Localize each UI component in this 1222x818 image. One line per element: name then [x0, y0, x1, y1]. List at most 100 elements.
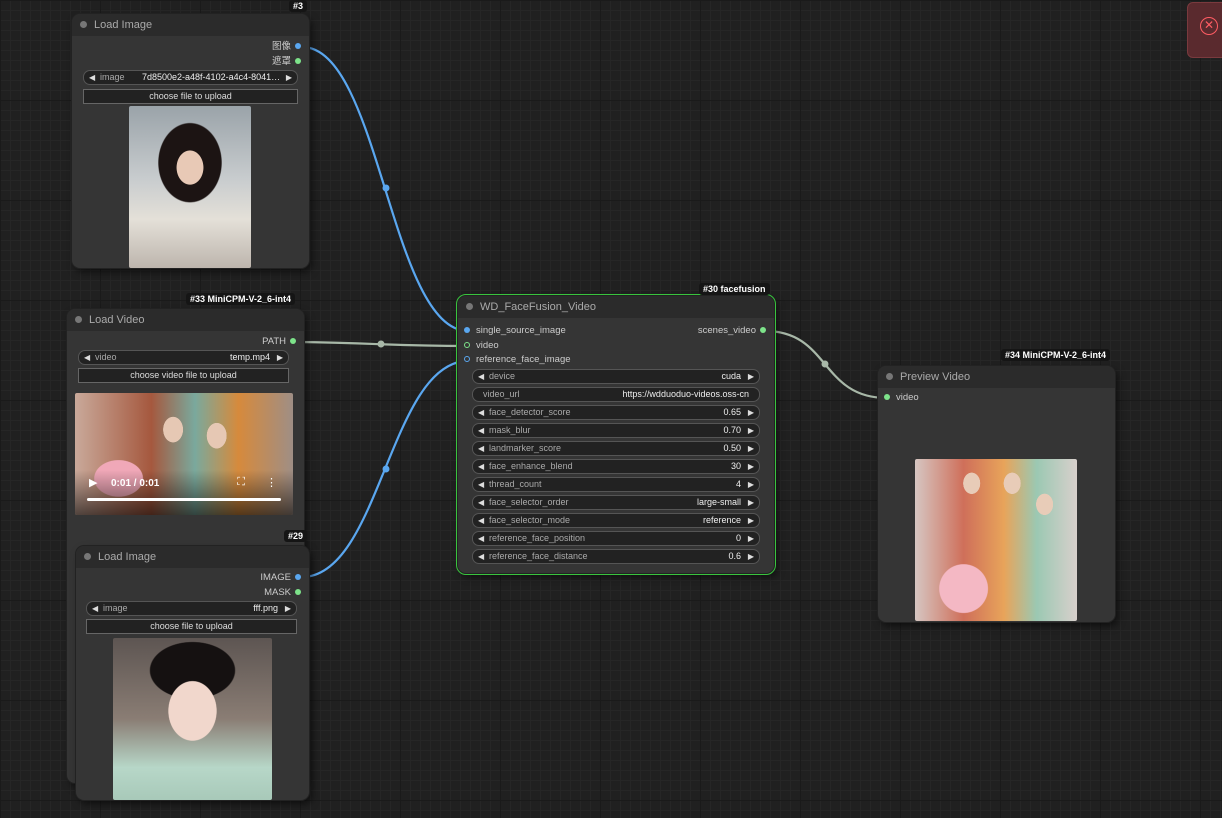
arrow-left-icon[interactable]: ◀	[478, 442, 484, 455]
widget-face-detector-score[interactable]: ◀ face_detector_score 0.65 ▶	[472, 405, 760, 420]
arrow-left-icon[interactable]: ◀	[478, 478, 484, 491]
upload-button[interactable]: choose file to upload	[86, 619, 297, 634]
node-id-tag: #29	[284, 530, 308, 542]
node-title[interactable]: Load Image	[76, 546, 309, 568]
load-image-node-bottom[interactable]: Load Image IMAGE MASK ◀ image fff.png ▶ …	[76, 546, 309, 800]
arrow-left-icon[interactable]: ◀	[478, 406, 484, 419]
link-midpoint[interactable]	[821, 360, 829, 368]
slot-dot-icon[interactable]	[464, 356, 470, 363]
arrow-left-icon[interactable]: ◀	[89, 71, 95, 84]
load-image-node-top[interactable]: Load Image 图像 遮罩 ◀ image 7d8500e2-a48f-4…	[72, 14, 309, 268]
link-midpoint[interactable]	[382, 465, 390, 473]
image-combo-widget[interactable]: ◀ image fff.png ▶	[86, 601, 297, 616]
arrow-right-icon[interactable]: ▶	[277, 351, 283, 364]
widget-device[interactable]: ◀ device cuda ▶	[472, 369, 760, 384]
arrow-right-icon[interactable]: ▶	[748, 406, 754, 419]
arrow-left-icon[interactable]: ◀	[478, 550, 484, 563]
arrow-right-icon[interactable]: ▶	[748, 424, 754, 437]
node-id-tag: #3	[289, 0, 308, 12]
node-id-tag: #34 MiniCPM-V-2_6-int4	[1001, 349, 1111, 361]
output-slot-path[interactable]: PATH	[262, 336, 296, 348]
node-id-tag: #33 MiniCPM-V-2_6-int4	[186, 293, 296, 305]
link-path-to-video[interactable]	[294, 340, 469, 348]
collapse-dot-icon[interactable]	[84, 553, 91, 560]
output-slot-scenes-video[interactable]: scenes_video	[698, 325, 766, 337]
node-title[interactable]: Load Video	[67, 309, 304, 331]
widget-face-selector-mode[interactable]: ◀ face_selector_mode reference ▶	[472, 513, 760, 528]
arrow-right-icon[interactable]: ▶	[748, 370, 754, 383]
play-icon[interactable]: ▶	[89, 476, 97, 489]
link-image-to-reference[interactable]	[301, 359, 469, 579]
image-preview	[129, 106, 251, 268]
widget-reference-face-distance[interactable]: ◀ reference_face_distance 0.6 ▶	[472, 549, 760, 564]
collapse-dot-icon[interactable]	[886, 373, 893, 380]
fullscreen-icon[interactable]: ⛶	[237, 476, 245, 489]
arrow-right-icon[interactable]: ▶	[748, 442, 754, 455]
widget-landmarker-score[interactable]: ◀ landmarker_score 0.50 ▶	[472, 441, 760, 456]
image-preview	[113, 638, 272, 800]
node-title[interactable]: Load Image	[72, 14, 309, 36]
upload-button[interactable]: choose file to upload	[83, 89, 298, 104]
slot-dot-icon[interactable]	[884, 394, 890, 401]
input-slot-reference-face-image[interactable]: reference_face_image	[464, 354, 571, 366]
slot-dot-icon[interactable]	[295, 43, 301, 50]
slot-dot-icon[interactable]	[290, 338, 296, 345]
node-title[interactable]: WD_FaceFusion_Video	[458, 296, 774, 318]
widget-thread-count[interactable]: ◀ thread_count 4 ▶	[472, 477, 760, 492]
arrow-left-icon[interactable]: ◀	[478, 460, 484, 473]
arrow-right-icon[interactable]: ▶	[286, 71, 292, 84]
node-title[interactable]: Preview Video	[878, 366, 1115, 388]
image-combo-widget[interactable]: ◀ image 7d8500e2-a48f-4102-a4c4-8041b...…	[83, 70, 298, 85]
input-slot-video[interactable]: video	[884, 392, 919, 404]
slot-dot-icon[interactable]	[760, 327, 766, 334]
input-slot-video[interactable]: video	[464, 340, 499, 352]
arrow-left-icon[interactable]: ◀	[84, 351, 90, 364]
video-player[interactable]: ▶ 0:01 / 0:01 ⛶ ⋮	[75, 393, 293, 515]
arrow-right-icon[interactable]: ▶	[748, 532, 754, 545]
arrow-left-icon[interactable]: ◀	[478, 496, 484, 509]
widget-reference-face-position[interactable]: ◀ reference_face_position 0 ▶	[472, 531, 760, 546]
close-button[interactable]: ✕	[1187, 2, 1222, 58]
facefusion-node[interactable]: WD_FaceFusion_Video single_source_image …	[456, 294, 776, 575]
widget-video-url[interactable]: video_url https://wdduoduo-videos.oss-cn	[472, 387, 760, 402]
arrow-right-icon[interactable]: ▶	[748, 478, 754, 491]
more-vert-icon[interactable]: ⋮	[266, 476, 277, 489]
arrow-right-icon[interactable]: ▶	[748, 550, 754, 563]
link-video-to-preview[interactable]	[764, 329, 888, 400]
widget-face-selector-order[interactable]: ◀ face_selector_order large-small ▶	[472, 495, 760, 510]
slot-dot-icon[interactable]	[464, 327, 470, 334]
arrow-left-icon[interactable]: ◀	[92, 602, 98, 615]
output-slot-image[interactable]: IMAGE	[260, 572, 301, 584]
output-slot-mask[interactable]: MASK	[264, 587, 301, 599]
upload-video-button[interactable]: choose video file to upload	[78, 368, 289, 383]
preview-video-node[interactable]: Preview Video video	[878, 366, 1115, 622]
arrow-right-icon[interactable]: ▶	[748, 514, 754, 527]
link-midpoint[interactable]	[377, 340, 385, 348]
arrow-left-icon[interactable]: ◀	[478, 370, 484, 383]
widget-mask-blur[interactable]: ◀ mask_blur 0.70 ▶	[472, 423, 760, 438]
video-time: 0:01 / 0:01	[111, 478, 160, 489]
slot-dot-icon[interactable]	[295, 589, 301, 596]
link-midpoint[interactable]	[382, 184, 390, 192]
slot-dot-icon[interactable]	[295, 574, 301, 581]
video-progress-bar[interactable]	[87, 498, 281, 501]
collapse-dot-icon[interactable]	[80, 21, 87, 28]
video-combo-widget[interactable]: ◀ video temp.mp4 ▶	[78, 350, 289, 365]
slot-dot-icon[interactable]	[464, 342, 470, 349]
arrow-right-icon[interactable]: ▶	[285, 602, 291, 615]
arrow-left-icon[interactable]: ◀	[478, 514, 484, 527]
input-slot-single-source-image[interactable]: single_source_image	[464, 325, 566, 337]
link-image-to-source[interactable]	[301, 45, 469, 333]
video-preview[interactable]	[915, 459, 1077, 621]
collapse-dot-icon[interactable]	[75, 316, 82, 323]
output-slot-image[interactable]: 图像	[272, 41, 301, 53]
slot-dot-icon[interactable]	[295, 58, 301, 65]
arrow-left-icon[interactable]: ◀	[478, 424, 484, 437]
collapse-dot-icon[interactable]	[466, 303, 473, 310]
close-circle-icon[interactable]: ✕	[1200, 17, 1218, 35]
widget-face-enhance-blend[interactable]: ◀ face_enhance_blend 30 ▶	[472, 459, 760, 474]
arrow-right-icon[interactable]: ▶	[748, 460, 754, 473]
arrow-left-icon[interactable]: ◀	[478, 532, 484, 545]
output-slot-mask[interactable]: 遮罩	[272, 56, 301, 68]
arrow-right-icon[interactable]: ▶	[748, 496, 754, 509]
